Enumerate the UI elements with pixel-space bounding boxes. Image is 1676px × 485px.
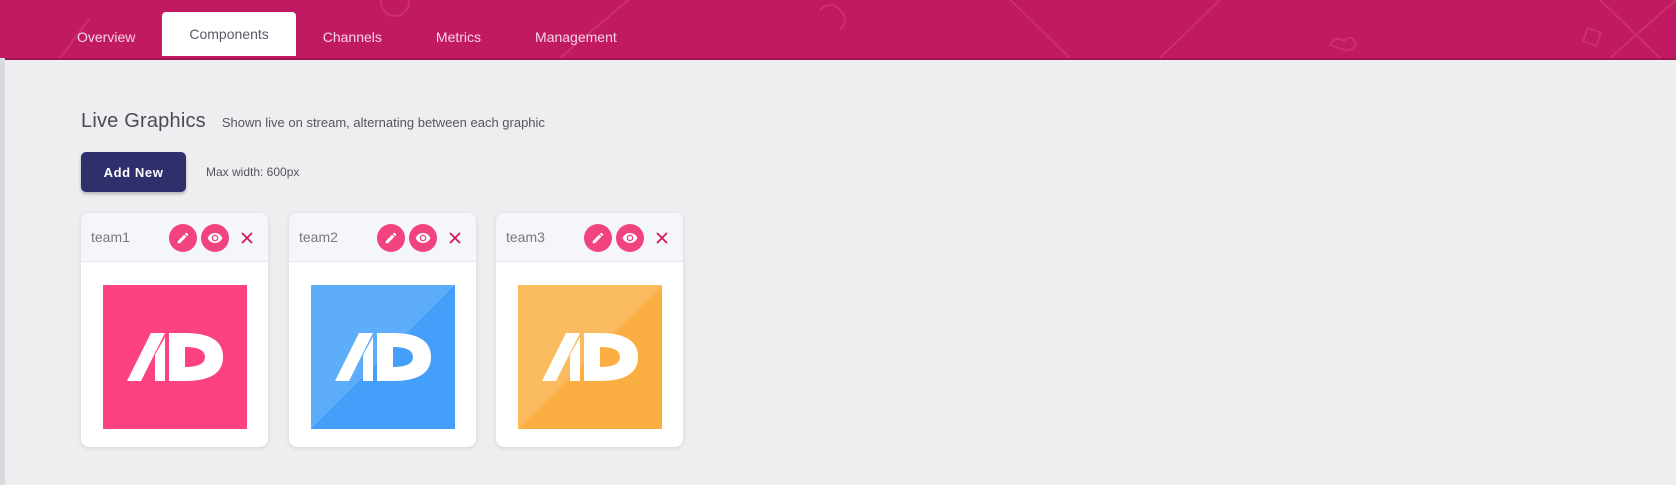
tab-overview[interactable]: Overview [50, 12, 162, 56]
close-icon [241, 232, 253, 244]
graphic-card: team3 [496, 213, 683, 447]
card-name: team3 [506, 229, 545, 245]
eye-icon [415, 233, 431, 243]
edit-button[interactable] [169, 224, 197, 252]
card-name: team2 [299, 229, 338, 245]
section-subtitle: Shown live on stream, alternating betwee… [221, 115, 545, 130]
left-rail [0, 58, 5, 485]
card-header: team3 [496, 213, 683, 262]
view-button[interactable] [201, 224, 229, 252]
top-navigation-bar: Overview Components Channels Metrics Man… [0, 0, 1676, 60]
delete-button[interactable] [443, 226, 467, 250]
pencil-icon [385, 232, 397, 244]
close-icon [449, 232, 461, 244]
view-button[interactable] [409, 224, 437, 252]
close-icon [656, 232, 668, 244]
pencil-icon [592, 232, 604, 244]
eye-icon [207, 233, 223, 243]
tab-metrics[interactable]: Metrics [409, 12, 508, 56]
pencil-icon [177, 232, 189, 244]
tab-components[interactable]: Components [162, 12, 296, 56]
section-title: Live Graphics [81, 110, 206, 132]
tab-channels[interactable]: Channels [296, 12, 409, 56]
graphic-card: team2 [289, 213, 476, 447]
card-name: team1 [91, 229, 130, 245]
card-header: team1 [81, 213, 268, 262]
card-header: team2 [289, 213, 476, 262]
team-logo-image [518, 285, 662, 429]
add-new-button[interactable]: Add New [81, 152, 186, 192]
edit-button[interactable] [584, 224, 612, 252]
section-header: Live Graphics Shown live on stream, alte… [81, 110, 545, 133]
max-width-note: Max width: 600px [206, 165, 300, 179]
team-logo-image [311, 285, 455, 429]
tab-management[interactable]: Management [508, 12, 644, 56]
delete-button[interactable] [235, 226, 259, 250]
graphic-card: team1 [81, 213, 268, 447]
view-button[interactable] [616, 224, 644, 252]
main-tabs: Overview Components Channels Metrics Man… [50, 12, 644, 58]
eye-icon [622, 233, 638, 243]
delete-button[interactable] [650, 226, 674, 250]
edit-button[interactable] [377, 224, 405, 252]
team-logo-image [103, 285, 247, 429]
